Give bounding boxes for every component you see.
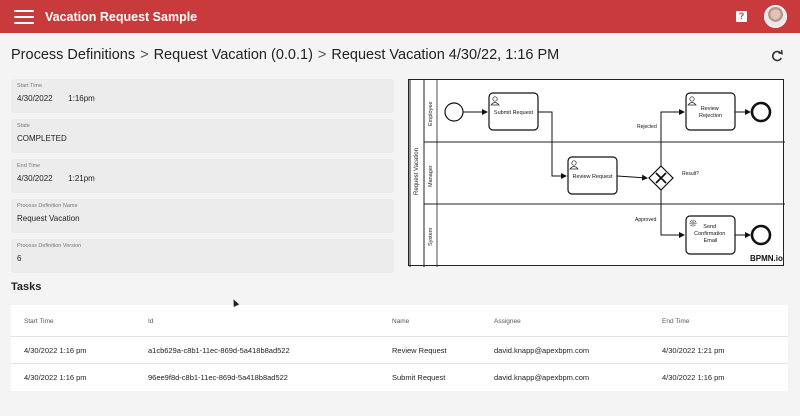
hamburger-menu-icon[interactable]: [14, 9, 34, 24]
tasks-table-header: Start Time Id Name Assignee End Time: [0, 308, 777, 335]
state-label: State: [17, 123, 30, 129]
breadcrumb-process-definitions[interactable]: Process Definitions: [11, 47, 135, 63]
cell-assignee: david.knapp@apexbpm.com: [494, 373, 590, 382]
start-event[interactable]: [444, 102, 464, 122]
lane-employee-label: Employee: [428, 102, 434, 126]
task-send-confirmation-email[interactable]: Send Confirmation Email: [685, 215, 736, 255]
end-time-field: End Time 4/30/2022 1:21pm: [11, 159, 394, 193]
pool-label: Request Vacation: [414, 148, 420, 195]
end-time-value: 4/30/2022 1:21pm: [17, 174, 95, 183]
end-event-approved[interactable]: [750, 224, 772, 246]
start-time-label: Start Time: [17, 83, 43, 89]
cell-assignee: david.knapp@apexbpm.com: [494, 346, 590, 355]
process-definition-version-value: 6: [17, 254, 22, 263]
cell-name: Review Request: [392, 346, 447, 355]
breadcrumb-request-vacation-definition[interactable]: Request Vacation (0.0.1): [154, 47, 313, 63]
user-avatar[interactable]: [764, 5, 787, 28]
gateway-label: Result?: [682, 171, 699, 177]
task-review-rejection-label: Review Rejection: [699, 106, 722, 119]
cell-start-time: 4/30/2022 1:16 pm: [24, 346, 87, 355]
flow-label-rejected: Rejected: [637, 124, 657, 130]
table-row[interactable]: 4/30/2022 1:16 pm 96ee9f8d-c8b1-11ec-869…: [0, 363, 777, 390]
cell-end-time: 4/30/2022 1:16 pm: [662, 373, 725, 382]
end-time-label: End Time: [17, 163, 41, 169]
refresh-icon[interactable]: [770, 49, 784, 63]
cell-start-time: 4/30/2022 1:16 pm: [24, 373, 87, 382]
process-definition-name-value: Request Vacation: [17, 214, 80, 223]
cell-id: 96ee9f8d-c8b1-11ec-869d-5a418b8ad522: [148, 373, 288, 382]
start-time-value: 4/30/2022 1:16pm: [17, 94, 95, 103]
process-definition-version-label: Process Definition Version: [17, 243, 82, 249]
task-review-rejection[interactable]: Review Rejection: [685, 92, 736, 131]
bpmn-io-watermark[interactable]: BPMN.io: [750, 254, 783, 263]
process-definition-name-label: Process Definition Name: [17, 203, 78, 209]
tasks-title: Tasks: [11, 281, 42, 293]
column-id[interactable]: Id: [148, 318, 153, 325]
flow-label-approved: Approved: [635, 217, 657, 223]
breadcrumb-separator: >: [317, 47, 327, 63]
app-header: Vacation Request Sample ?: [0, 0, 800, 33]
process-definition-name-field: Process Definition Name Request Vacation: [11, 199, 394, 233]
cell-end-time: 4/30/2022 1:21 pm: [662, 346, 725, 355]
column-name[interactable]: Name: [392, 318, 409, 325]
column-end-time[interactable]: End Time: [662, 318, 689, 325]
cell-name: Submit Request: [392, 373, 446, 382]
bpmn-diagram[interactable]: Request Vacation Employee Manager System…: [408, 79, 785, 267]
cell-id: a1cb629a-c8b1-11ec-869d-5a418b8ad522: [148, 346, 290, 355]
task-submit-request[interactable]: Submit Request: [488, 92, 539, 131]
task-review-request[interactable]: Review Request: [567, 156, 618, 195]
column-assignee[interactable]: Assignee: [494, 318, 521, 325]
lane-manager-label: Manager: [428, 165, 434, 187]
lane-system-label: System: [428, 227, 434, 246]
breadcrumb: Process Definitions > Request Vacation (0.…: [11, 47, 559, 63]
process-definition-version-field: Process Definition Version 6: [11, 239, 394, 273]
app-title: Vacation Request Sample: [45, 9, 198, 24]
help-icon[interactable]: ?: [736, 11, 747, 22]
end-event-rejected[interactable]: [750, 101, 772, 123]
start-time-field: Start Time 4/30/2022 1:16pm: [11, 79, 394, 113]
breadcrumb-current-instance: Request Vacation 4/30/22, 1:16 PM: [331, 47, 560, 63]
table-row[interactable]: 4/30/2022 1:16 pm a1cb629a-c8b1-11ec-869…: [0, 336, 777, 363]
state-field: State COMPLETED: [11, 119, 394, 153]
task-submit-request-label: Submit Request: [494, 110, 534, 116]
column-start-time[interactable]: Start Time: [24, 318, 54, 325]
task-review-request-label: Review Request: [572, 174, 613, 180]
state-value: COMPLETED: [17, 134, 67, 143]
exclusive-gateway[interactable]: [648, 165, 674, 191]
breadcrumb-separator: >: [140, 47, 149, 63]
